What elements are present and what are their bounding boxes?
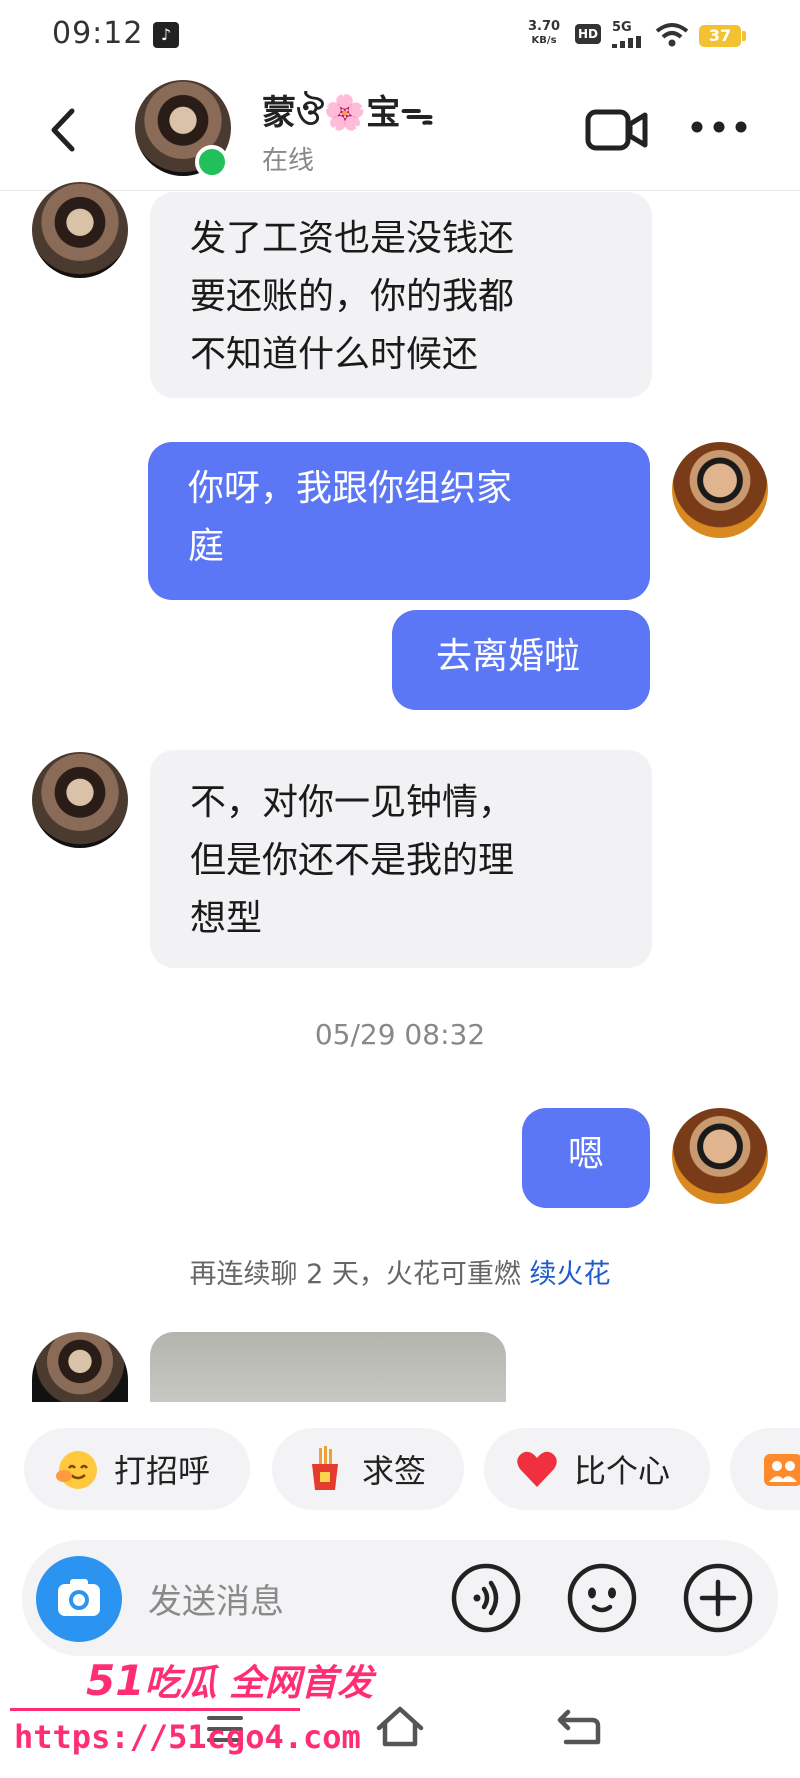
message-bubble-outgoing[interactable]: 去离婚啦 <box>392 610 650 710</box>
photo-album-icon <box>760 1446 800 1492</box>
network-speed-value: 3.70 <box>528 19 561 34</box>
message-bubble-outgoing[interactable]: 你呀，我跟你组织家 庭 <box>148 442 650 600</box>
battery-level: 37 <box>699 25 741 47</box>
message-line: 不知道什么时候还 <box>190 334 479 375</box>
message-line: 你呀，我跟你组织家 <box>188 468 513 509</box>
sender-avatar[interactable] <box>32 1332 128 1402</box>
network-type: 5G <box>612 20 632 35</box>
network-speed: 3.70 KB/s <box>528 20 560 48</box>
continue-streak-link[interactable]: 续火花 <box>529 1259 610 1290</box>
watermark-logo: 51吃瓜 全网首发 <box>86 1654 373 1706</box>
chat-header: 蒙ঔ🌸宝ᯓ 在线 <box>0 70 800 191</box>
streak-notice: 再连续聊 2 天，火花可重燃 续火花 <box>0 1252 800 1291</box>
quick-reply-more[interactable] <box>730 1428 800 1510</box>
message-line: 想型 <box>190 898 263 939</box>
watermark-brand-number: 51 <box>86 1656 145 1705</box>
message-bubble-incoming[interactable]: 不，对你一见钟情， 但是你还不是我的理 想型 <box>150 750 652 968</box>
hd-icon: HD <box>575 24 601 44</box>
quick-reply-bar: 打招呼 求签 比个心 <box>0 1402 800 1532</box>
my-avatar[interactable] <box>672 442 768 538</box>
message-line: 不，对你一见钟情， <box>190 782 515 823</box>
back-arrow-icon[interactable] <box>44 105 84 155</box>
heart-icon <box>514 1446 560 1492</box>
sender-avatar[interactable] <box>32 182 128 278</box>
wave-emoji-icon <box>54 1446 100 1492</box>
streak-notice-text: 再连续聊 2 天，火花可重燃 <box>189 1259 530 1290</box>
message-bubble-incoming[interactable]: 发了工资也是没钱还 要还账的，你的我都 不知道什么时候还 <box>150 192 652 398</box>
watermark-divider <box>10 1708 300 1711</box>
quick-reply-label: 比个心 <box>574 1452 671 1490</box>
watermark-brand-text: 吃瓜 全网首发 <box>144 1663 373 1704</box>
back-nav-icon[interactable] <box>556 1708 602 1748</box>
home-icon[interactable] <box>374 1704 426 1750</box>
voice-message-icon[interactable] <box>450 1562 522 1634</box>
message-line: 发了工资也是没钱还 <box>190 218 515 259</box>
message-line: 要还账的，你的我都 <box>190 276 515 317</box>
status-bar: 09:12 ♪ 3.70 KB/s HD 5G 37 <box>0 0 800 70</box>
quick-reply-fortune[interactable]: 求签 <box>272 1428 464 1510</box>
quick-reply-label: 求签 <box>362 1452 427 1490</box>
image-message[interactable] <box>150 1332 506 1402</box>
quick-reply-heart[interactable]: 比个心 <box>484 1428 710 1510</box>
camera-icon <box>58 1579 100 1616</box>
message-timestamp: 05/29 08:32 <box>314 1018 486 1051</box>
wifi-icon <box>655 23 689 47</box>
sender-avatar[interactable] <box>32 752 128 848</box>
more-options-icon[interactable] <box>690 120 748 134</box>
message-input-bar: 发送消息 <box>22 1540 778 1656</box>
online-indicator <box>195 145 229 179</box>
my-avatar[interactable] <box>672 1108 768 1204</box>
message-line: 但是你还不是我的理 <box>190 840 515 881</box>
watermark-url: https://51cgo4.com <box>14 1718 361 1756</box>
tiktok-notification-icon: ♪ <box>153 22 179 48</box>
battery-icon <box>742 31 746 41</box>
contact-name[interactable]: 蒙ঔ🌸宝ᯓ <box>262 85 434 144</box>
message-bubble-outgoing[interactable]: 嗯 <box>522 1108 650 1208</box>
quick-reply-label: 打招呼 <box>114 1452 211 1490</box>
contact-status: 在线 <box>262 146 315 176</box>
quick-reply-greet[interactable]: 打招呼 <box>24 1428 250 1510</box>
network-speed-unit: KB/s <box>531 35 557 46</box>
plus-icon[interactable] <box>682 1562 754 1634</box>
camera-button[interactable] <box>36 1556 122 1642</box>
message-line: 嗯 <box>567 1134 604 1175</box>
status-time: 09:12 <box>52 16 144 51</box>
message-line: 去离婚啦 <box>436 636 581 677</box>
fortune-sticks-icon <box>302 1446 348 1492</box>
video-call-icon[interactable] <box>585 108 649 152</box>
message-input[interactable]: 发送消息 <box>148 1574 284 1623</box>
emoji-icon[interactable] <box>566 1562 638 1634</box>
message-line: 庭 <box>188 526 225 567</box>
signal-icon <box>612 36 641 48</box>
